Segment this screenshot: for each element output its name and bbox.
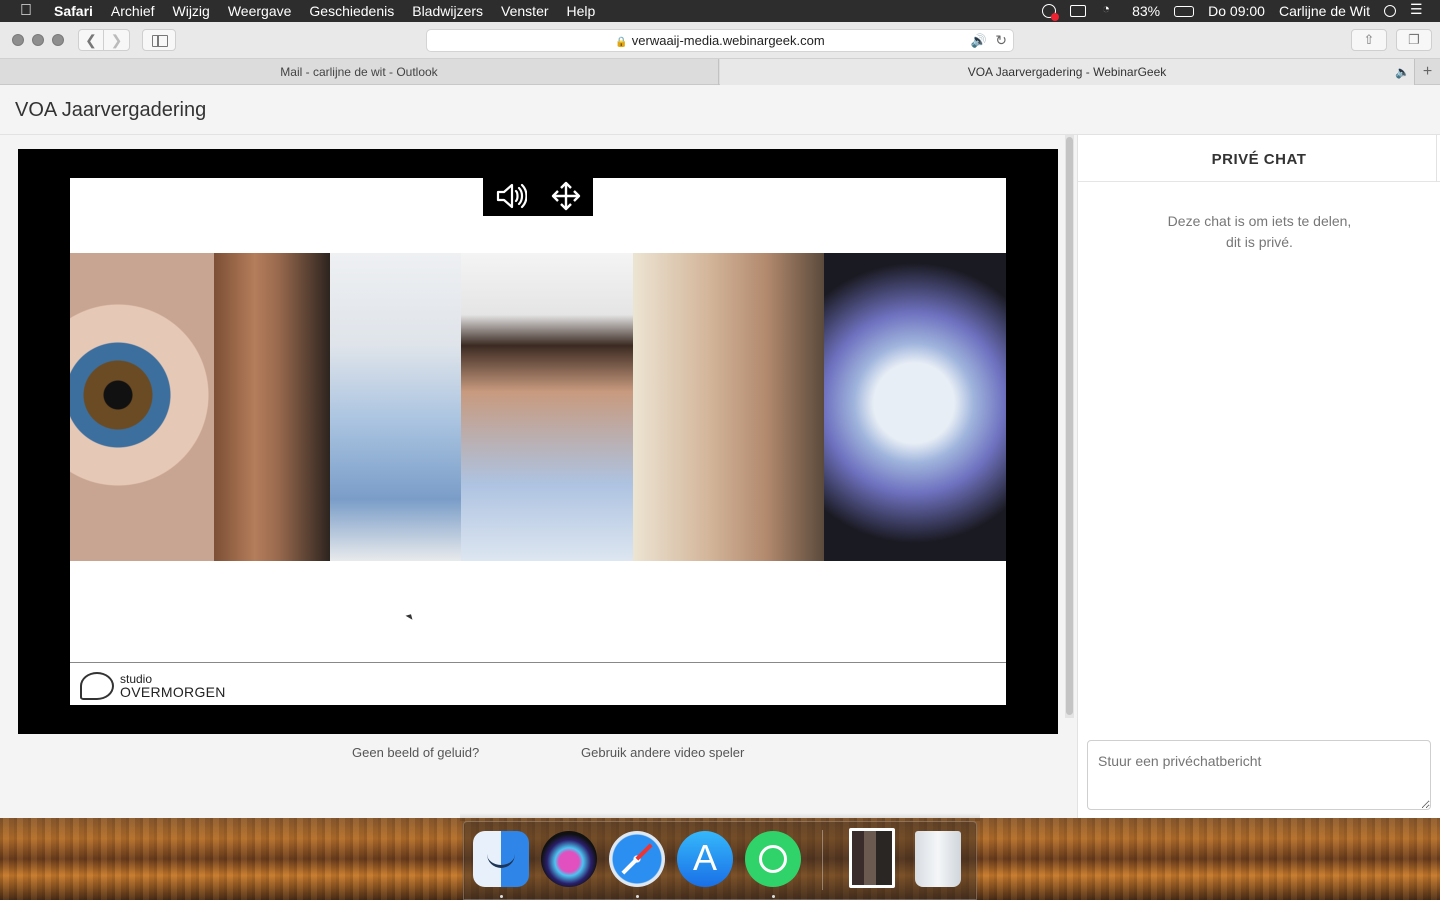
- chat-note-line-2: dit is privé.: [1226, 234, 1293, 250]
- share-button[interactable]: ⇧: [1351, 29, 1387, 51]
- slide-photo-strip: [70, 253, 1006, 561]
- menu-bar:  Safari Archief Wijzig Weergave Geschie…: [0, 0, 1440, 22]
- menu-bladwijzers[interactable]: Bladwijzers: [412, 3, 483, 19]
- notification-center-icon[interactable]: [1410, 1, 1428, 18]
- eye-photo: [70, 253, 214, 561]
- tab-label: VOA Jaarvergadering - WebinarGeek: [967, 65, 1167, 79]
- video-controls: [483, 175, 593, 216]
- scrollbar-thumb[interactable]: [1066, 137, 1073, 715]
- zoom-window-button[interactable]: [52, 34, 64, 46]
- chat-title: PRIVÉ CHAT: [1078, 135, 1440, 182]
- private-chat-panel: PRIVÉ CHAT Deze chat is om iets te delen…: [1077, 135, 1440, 818]
- safari-icon[interactable]: [609, 831, 665, 887]
- whatsapp-icon[interactable]: [745, 831, 801, 887]
- bird-logo-icon: [80, 672, 114, 700]
- chat-header-divider: [1436, 135, 1437, 182]
- menu-app-name[interactable]: Safari: [54, 3, 93, 19]
- reload-icon[interactable]: ↻: [995, 30, 1007, 51]
- forward-button[interactable]: ❯: [104, 29, 130, 51]
- photo-icon[interactable]: [849, 828, 895, 888]
- chat-note-line-1: Deze chat is om iets te delen,: [1167, 213, 1352, 229]
- chat-empty-note: Deze chat is om iets te delen, dit is pr…: [1078, 211, 1440, 253]
- tab-webinargeek[interactable]: VOA Jaarvergadering - WebinarGeek 🔈: [720, 59, 1414, 85]
- address-bar[interactable]: 🔒 verwaaij-media.webinargeek.com 🔊 ↻: [426, 29, 1014, 52]
- spotlight-search-icon[interactable]: [1384, 5, 1396, 17]
- whatsapp-running-indicator: [772, 895, 775, 898]
- creative-cloud-icon[interactable]: [1042, 4, 1060, 21]
- lock-icon: 🔒: [615, 37, 628, 48]
- finder-running-indicator: [500, 895, 503, 898]
- finder-icon[interactable]: [473, 831, 529, 887]
- menu-archief[interactable]: Archief: [111, 3, 155, 19]
- new-tab-button[interactable]: +: [1414, 59, 1440, 85]
- audio-playing-icon[interactable]: 🔊: [971, 30, 987, 51]
- safari-running-indicator: [636, 895, 639, 898]
- menu-venster[interactable]: Venster: [501, 3, 548, 19]
- wifi-icon[interactable]: [1100, 1, 1118, 18]
- menubar-clock[interactable]: Do 09:00: [1208, 3, 1265, 19]
- tab-bar: Mail - carlijne de wit - Outlook VOA Jaa…: [0, 59, 1440, 85]
- address-bar-url: verwaaij-media.webinargeek.com: [631, 33, 825, 48]
- history-navigation: ❮ ❯: [78, 29, 130, 51]
- menubar-user[interactable]: Carlijne de Wit: [1279, 3, 1370, 19]
- shouting-man-photo: [461, 253, 633, 561]
- webinar-page: VOA Jaarvergadering studio OVERMORGEN Ge…: [0, 85, 1440, 818]
- dock-shadow: [460, 813, 980, 821]
- other-player-link[interactable]: Gebruik andere video speler: [581, 745, 744, 760]
- siri-icon[interactable]: [541, 831, 597, 887]
- colored-smoke-photo: [824, 253, 1006, 561]
- app-store-icon[interactable]: A: [677, 831, 733, 887]
- presentation-slide: studio OVERMORGEN: [70, 178, 1006, 705]
- crying-woman-photo: [633, 253, 824, 561]
- reading-woman-photo: [330, 253, 461, 561]
- logo-line-2: OVERMORGEN: [120, 684, 226, 700]
- studio-overmorgen-logo: studio OVERMORGEN: [80, 672, 226, 700]
- close-window-button[interactable]: [12, 34, 24, 46]
- menu-weergave[interactable]: Weergave: [228, 3, 292, 19]
- no-picture-link[interactable]: Geen beeld of geluid?: [352, 745, 479, 760]
- dock: A: [463, 821, 977, 900]
- sidebar-toggle-button[interactable]: [142, 29, 176, 51]
- chat-message-input[interactable]: [1087, 740, 1431, 810]
- browser-toolbar: ❮ ❯ 🔒 verwaaij-media.webinargeek.com 🔊 ↻ …: [0, 22, 1440, 59]
- window-controls: [12, 34, 64, 46]
- trash-icon[interactable]: [915, 831, 961, 887]
- move-icon[interactable]: [549, 179, 583, 213]
- battery-percentage: 83%: [1132, 3, 1161, 19]
- page-title: VOA Jaarvergadering: [15, 99, 207, 121]
- volume-icon[interactable]: [494, 179, 528, 213]
- tab-outlook-mail[interactable]: Mail - carlijne de wit - Outlook: [0, 59, 719, 85]
- minimize-window-button[interactable]: [32, 34, 44, 46]
- screen-mirroring-icon[interactable]: [1070, 5, 1087, 17]
- dock-separator: [822, 830, 823, 890]
- video-player[interactable]: studio OVERMORGEN: [18, 149, 1058, 734]
- page-scrollbar[interactable]: [1065, 135, 1074, 718]
- apple-menu-icon[interactable]: : [12, 2, 40, 20]
- slide-divider: [70, 662, 1006, 663]
- battery-icon[interactable]: [1174, 5, 1195, 17]
- tab-label: Mail - carlijne de wit - Outlook: [280, 65, 438, 79]
- ear-photo: [214, 253, 330, 561]
- menu-geschiedenis[interactable]: Geschiedenis: [309, 3, 394, 19]
- tab-audio-icon[interactable]: 🔈: [1395, 59, 1410, 85]
- menu-help[interactable]: Help: [567, 3, 596, 19]
- show-tabs-button[interactable]: ❐: [1396, 29, 1432, 51]
- menu-wijzig[interactable]: Wijzig: [173, 3, 210, 19]
- back-button[interactable]: ❮: [78, 29, 104, 51]
